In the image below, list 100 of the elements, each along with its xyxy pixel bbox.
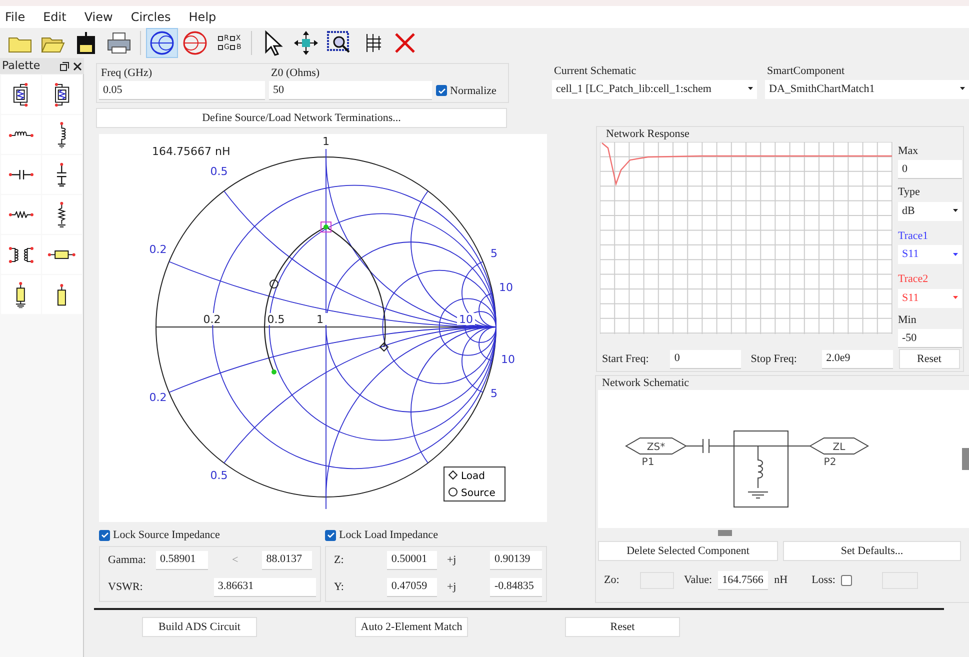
label: +j: [446, 580, 458, 595]
resistor-icon: [57, 201, 67, 228]
port-label: ZS*: [646, 442, 666, 453]
palette-item[interactable]: [1, 155, 41, 194]
transmission-line-icon: [15, 280, 27, 308]
label: Z0 (Ohms): [270, 66, 321, 80]
label: SmartComponent: [766, 64, 846, 79]
point-marker: [272, 370, 276, 374]
legend-label: Load: [461, 471, 485, 482]
palette-item[interactable]: [1, 235, 41, 274]
palette-item[interactable]: [42, 235, 82, 274]
transmission-line-icon: [47, 250, 77, 260]
dropdown[interactable]: cell_1 [LC_Patch_lib:cell_1:schem: [552, 80, 757, 98]
checkbox[interactable]: [99, 530, 110, 541]
label: Max: [898, 144, 920, 158]
input-field[interactable]: 0.05: [99, 81, 265, 100]
palette-item[interactable]: [42, 155, 82, 194]
label: Start Freq:: [601, 352, 650, 367]
input-field[interactable]: 3.86631: [214, 578, 316, 596]
input-field[interactable]: 50: [269, 81, 432, 100]
button[interactable]: Reset: [898, 349, 960, 369]
dropdown-caret-icon: [953, 252, 958, 256]
label: Network Response: [605, 126, 690, 140]
input-field[interactable]: 0.90139: [490, 550, 542, 570]
button[interactable]: Reset: [565, 617, 680, 637]
port-label: ZL: [832, 442, 846, 453]
impedance-block-icon: [13, 82, 29, 108]
close-icon[interactable]: [73, 62, 82, 70]
palette-item[interactable]: [42, 275, 82, 314]
smith-chart-icon: [149, 30, 175, 56]
transmission-line-icon: [57, 282, 67, 306]
move-arrows-icon: [293, 30, 320, 56]
checkbox[interactable]: [841, 575, 852, 586]
toolbar-button[interactable]: [146, 28, 178, 58]
dropdown[interactable]: DA_SmithChartMatch1: [765, 80, 969, 98]
palette-item[interactable]: [42, 75, 82, 114]
port-symbol: [625, 438, 687, 454]
input-field[interactable]: -0.84835: [490, 578, 542, 596]
input-field[interactable]: 88.0137: [262, 550, 312, 570]
input-field[interactable]: -50: [898, 329, 962, 348]
port-name: P2: [824, 457, 836, 468]
label: Value:: [684, 573, 712, 588]
port-name: P1: [642, 457, 654, 468]
label: <: [231, 552, 240, 568]
input-field[interactable]: 164.7566: [718, 571, 768, 590]
value-label: 164.75667 nH: [152, 145, 230, 158]
label: Min: [898, 312, 918, 328]
palette-item[interactable]: [1, 275, 41, 314]
float-panel-icon[interactable]: [60, 62, 69, 70]
button[interactable]: Delete Selected Component: [598, 541, 778, 561]
button[interactable]: Define Source/Load Network Terminations...: [96, 108, 507, 128]
input-field[interactable]: 0.58901: [156, 550, 208, 570]
input-field[interactable]: 0.50001: [387, 550, 437, 570]
palette-item[interactable]: [1, 75, 41, 114]
port-symbol: [809, 438, 869, 454]
menu-item[interactable]: Help: [188, 8, 216, 26]
input-field[interactable]: 2.0e9: [822, 350, 893, 368]
button[interactable]: Auto 2-Element Match: [355, 617, 468, 637]
dropdown[interactable]: S11: [898, 245, 962, 264]
scrollbar-thumb[interactable]: [718, 530, 732, 536]
menu-item[interactable]: File: [5, 8, 26, 26]
dropdown-caret-icon: [748, 87, 753, 91]
scrollbar-thumb[interactable]: [962, 448, 969, 470]
label: Loss:: [812, 573, 836, 588]
label: Freq (GHz): [100, 66, 154, 80]
label: +j: [446, 552, 458, 568]
label: Current Schematic: [553, 64, 638, 79]
menu-item[interactable]: Edit: [43, 8, 66, 26]
label: Zo:: [604, 573, 620, 588]
chart-label: 0.5: [210, 165, 228, 178]
dropdown-caret-icon: [960, 87, 965, 91]
source-marker: [448, 488, 458, 496]
palette-item[interactable]: [42, 195, 82, 234]
chart-label: 5: [490, 387, 498, 400]
label: nH: [774, 573, 788, 588]
checkbox[interactable]: [325, 530, 336, 541]
palette-item[interactable]: [42, 115, 82, 154]
label: Network Schematic: [601, 376, 690, 390]
input-field[interactable]: 0: [670, 350, 741, 368]
button[interactable]: Build ADS Circuit: [142, 617, 257, 637]
label: Gamma:: [107, 552, 147, 568]
chart-label: 0.2: [149, 391, 167, 404]
label: Stop Freq:: [750, 352, 798, 367]
capacitor-icon: [8, 168, 34, 180]
inductor-icon: [57, 120, 67, 148]
label: Z:: [333, 552, 345, 568]
source-marker: [270, 280, 278, 288]
transformer-icon: [8, 246, 34, 264]
legend-background: [444, 466, 506, 502]
button[interactable]: Set Defaults...: [783, 541, 961, 561]
input-field[interactable]: 0: [898, 160, 962, 179]
dropdown[interactable]: S11: [898, 288, 962, 308]
dropdown[interactable]: dB: [898, 202, 962, 220]
label: Trace1: [898, 228, 930, 244]
chart-label: 0.5: [267, 313, 285, 326]
menu-item[interactable]: Circles: [130, 8, 171, 26]
input-field[interactable]: 0.47059: [387, 578, 437, 596]
checkbox[interactable]: [436, 85, 447, 96]
chart-label: 10: [459, 313, 473, 326]
menu-item[interactable]: View: [84, 8, 113, 26]
